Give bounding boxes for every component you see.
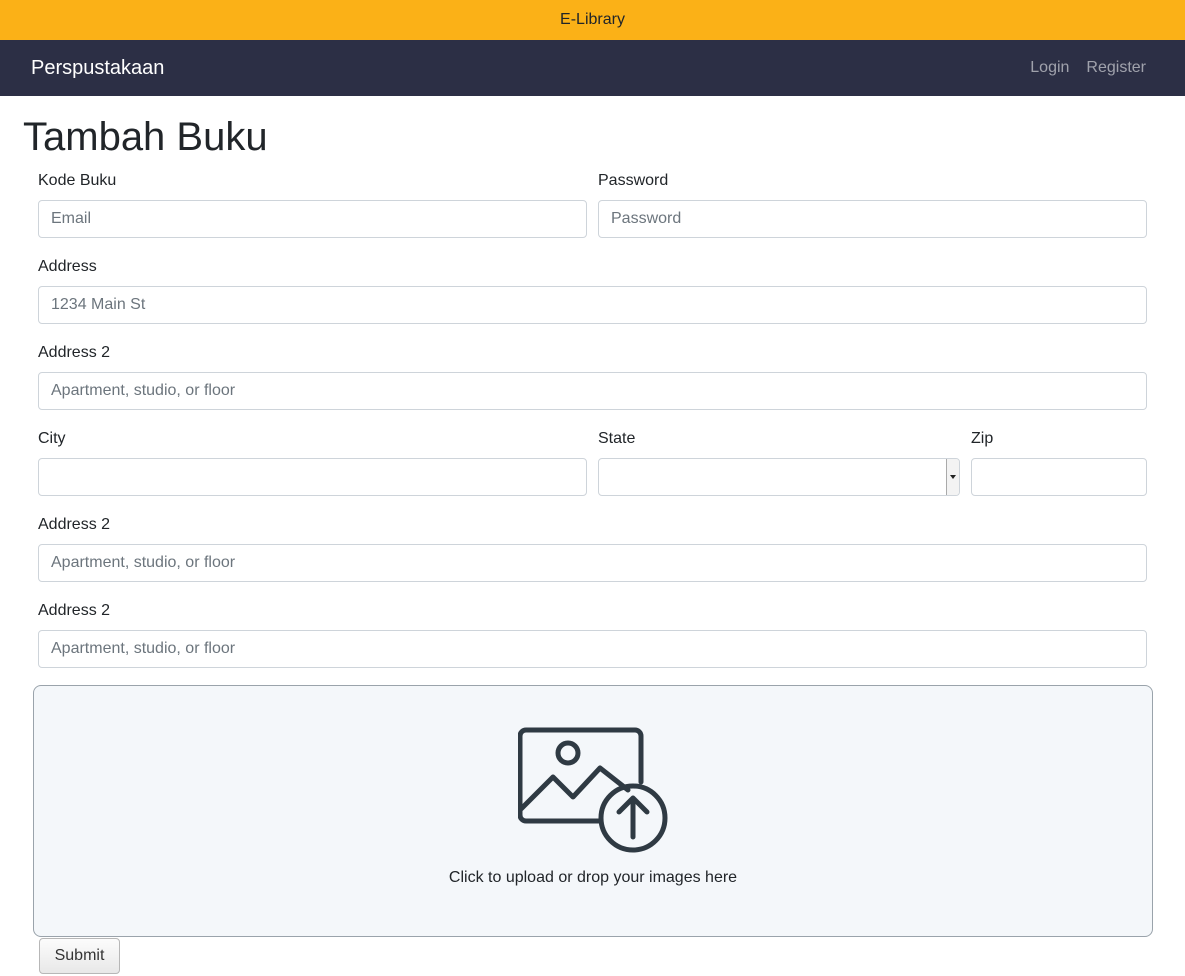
address2-label-3: Address 2 <box>38 602 111 619</box>
zip-label: Zip <box>971 430 994 447</box>
address2-input-2[interactable] <box>38 544 1147 582</box>
city-label: City <box>38 430 66 447</box>
password-label: Password <box>598 172 669 189</box>
top-banner-title: E-Library <box>560 11 625 28</box>
kode-buku-input[interactable] <box>38 200 587 238</box>
address-input[interactable] <box>38 286 1147 324</box>
state-label: State <box>598 430 636 447</box>
image-upload-icon <box>518 727 668 853</box>
navbar-brand[interactable]: Perspustakaan <box>31 57 164 80</box>
zip-input[interactable] <box>971 458 1147 496</box>
submit-button[interactable]: Submit <box>39 938 120 974</box>
address2-label-2: Address 2 <box>38 516 111 533</box>
register-link[interactable]: Register <box>1086 59 1146 77</box>
state-select[interactable] <box>598 458 960 496</box>
chevron-down-icon[interactable] <box>946 459 959 495</box>
city-input[interactable] <box>38 458 587 496</box>
image-upload-dropzone[interactable]: Click to upload or drop your images here <box>33 685 1153 937</box>
login-link[interactable]: Login <box>1030 59 1069 77</box>
top-banner: E-Library <box>0 0 1185 40</box>
navbar-links: Login Register <box>1030 59 1146 77</box>
page-title: Tambah Buku <box>23 115 268 159</box>
address-label: Address <box>38 258 97 275</box>
address2-input[interactable] <box>38 372 1147 410</box>
navbar: Perspustakaan Login Register <box>0 40 1185 96</box>
upload-hint: Click to upload or drop your images here <box>448 869 738 886</box>
address2-label: Address 2 <box>38 344 111 361</box>
kode-buku-label: Kode Buku <box>38 172 117 189</box>
password-input[interactable] <box>598 200 1147 238</box>
address2-input-3[interactable] <box>38 630 1147 668</box>
